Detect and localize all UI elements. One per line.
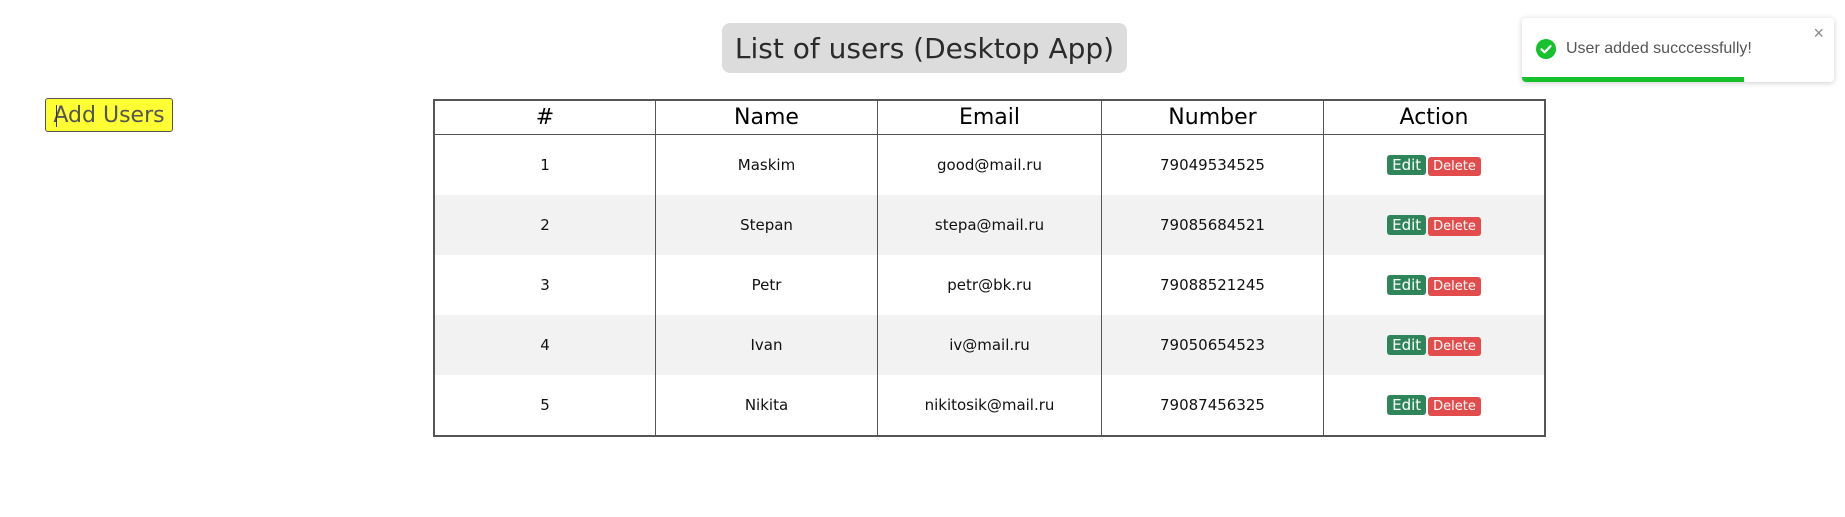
- users-table: # Name Email Number Action 1 Maskim good@m…: [433, 99, 1546, 437]
- cell-number: 79087456325: [1101, 375, 1324, 436]
- table-row: 4 Ivan iv@mail.ru 79050654523 Edit Delete: [434, 315, 1545, 375]
- cell-number: 79088521245: [1101, 255, 1324, 315]
- cell-action: Edit Delete: [1324, 375, 1546, 436]
- toast-progress-bar: [1522, 77, 1744, 82]
- delete-button[interactable]: Delete: [1428, 276, 1481, 296]
- cell-name: Nikita: [655, 375, 878, 436]
- cell-id: 4: [434, 315, 656, 375]
- column-header-email: Email: [877, 100, 1102, 135]
- edit-button[interactable]: Edit: [1387, 154, 1427, 175]
- table-row: 5 Nikita nikitosik@mail.ru 79087456325 Edit D…: [434, 375, 1545, 436]
- page-title: List of users (Desktop App): [722, 23, 1127, 73]
- delete-button[interactable]: Delete: [1428, 336, 1481, 356]
- cell-email: iv@mail.ru: [877, 315, 1102, 375]
- cell-action: Edit Delete: [1323, 195, 1545, 255]
- column-header-action: Action: [1323, 100, 1545, 135]
- text-cursor: [56, 105, 57, 127]
- success-toast: User added succcessfully! ×: [1522, 18, 1834, 82]
- cell-id: 5: [434, 375, 656, 436]
- cell-action: Edit Delete: [1324, 255, 1546, 315]
- edit-button[interactable]: Edit: [1387, 334, 1427, 355]
- page: List of users (Desktop App) Add Users # …: [0, 0, 1845, 517]
- column-header-id: #: [434, 100, 656, 135]
- delete-button[interactable]: Delete: [1428, 216, 1481, 236]
- cell-email: stepa@mail.ru: [877, 195, 1102, 255]
- check-circle-icon: [1536, 39, 1556, 59]
- cell-number: 79085684521: [1101, 195, 1324, 255]
- toast-message: User added succcessfully!: [1566, 40, 1752, 57]
- cell-number: 79049534525: [1101, 134, 1324, 195]
- edit-button[interactable]: Edit: [1387, 214, 1427, 235]
- cell-email: nikitosik@mail.ru: [877, 375, 1102, 436]
- table-header-row: # Name Email Number Action: [434, 100, 1545, 135]
- cell-id: 1: [434, 134, 656, 195]
- cell-number: 79050654523: [1101, 315, 1324, 375]
- add-users-label: Add Users: [53, 102, 165, 128]
- cell-name: Maskim: [655, 134, 878, 195]
- column-header-name: Name: [655, 100, 878, 135]
- table-row: 1 Maskim good@mail.ru 79049534525 Edit Delete: [434, 134, 1546, 196]
- close-icon[interactable]: ×: [1813, 24, 1824, 42]
- delete-button[interactable]: Delete: [1428, 156, 1481, 176]
- edit-button[interactable]: Edit: [1387, 394, 1427, 415]
- cell-name: Ivan: [655, 315, 878, 375]
- cell-id: 3: [434, 255, 656, 315]
- page-title-text: List of users (Desktop App): [734, 31, 1115, 65]
- cell-email: petr@bk.ru: [877, 255, 1102, 315]
- edit-button[interactable]: Edit: [1387, 274, 1427, 295]
- cell-action: Edit Delete: [1324, 135, 1546, 196]
- table-row: 3 Petr petr@bk.ru 79088521245 Edit Delete: [434, 255, 1545, 315]
- cell-email: good@mail.ru: [877, 134, 1102, 195]
- table-row: 2 Stepan stepa@mail.ru 79085684521 Edit Delet…: [434, 195, 1545, 255]
- cell-name: Petr: [655, 255, 878, 315]
- add-users-button[interactable]: Add Users: [45, 98, 173, 132]
- cell-name: Stepan: [655, 195, 878, 255]
- cell-action: Edit Delete: [1323, 315, 1545, 375]
- delete-button[interactable]: Delete: [1428, 396, 1481, 416]
- column-header-number: Number: [1101, 100, 1324, 135]
- cell-id: 2: [434, 195, 656, 255]
